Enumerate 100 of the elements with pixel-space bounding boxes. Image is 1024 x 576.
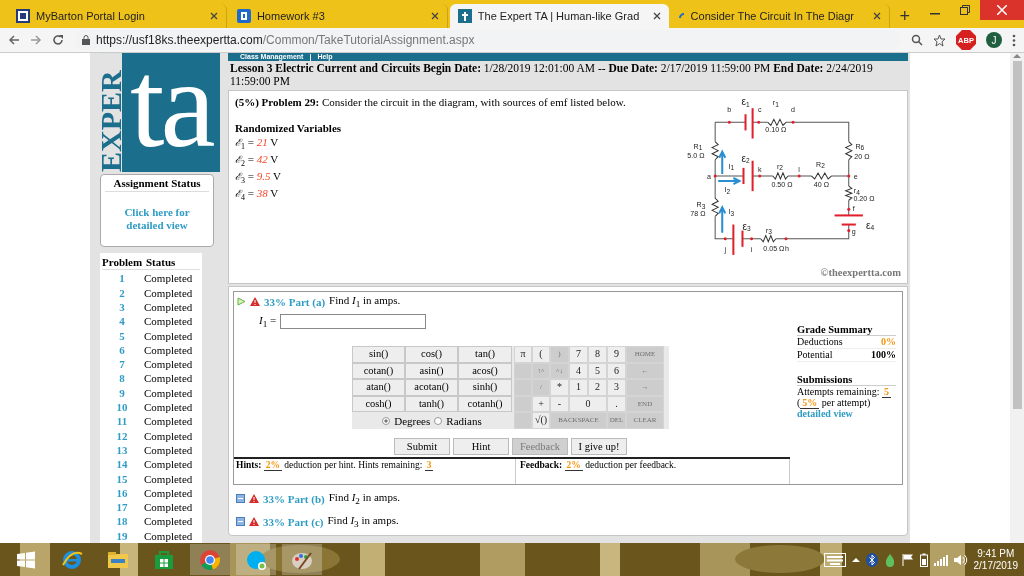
- status-cell-text: Completed: [144, 500, 194, 515]
- keypad-key[interactable]: 1: [569, 379, 588, 396]
- close-icon[interactable]: [872, 12, 881, 20]
- circuit-label: ε$_{1}$: [741, 96, 750, 108]
- keyboard-icon[interactable]: [823, 552, 846, 567]
- circuit-label: i: [750, 245, 753, 254]
- drop-icon[interactable]: [883, 552, 896, 567]
- function-key[interactable]: tan(): [458, 346, 512, 363]
- circuit-label: 5.0 Ω: [687, 151, 705, 160]
- feedback-info: Feedback: 2% deduction per feedback.: [515, 459, 790, 484]
- scrollbar[interactable]: [1010, 53, 1024, 543]
- menu-icon[interactable]: [1012, 33, 1016, 47]
- signal-icon[interactable]: [933, 553, 948, 566]
- status-cell-text: Completed: [144, 528, 194, 543]
- close-icon[interactable]: [430, 12, 439, 20]
- volume-icon[interactable]: [953, 553, 968, 566]
- summary-label: Potential: [797, 349, 833, 362]
- back-icon[interactable]: [8, 34, 20, 46]
- clock-time[interactable]: 9:41 PM: [973, 547, 1018, 560]
- status-cell-text: Completed: [144, 328, 194, 343]
- radio-button[interactable]: [382, 416, 391, 425]
- star-icon[interactable]: [933, 33, 946, 47]
- radio-label: Degrees: [394, 414, 431, 427]
- summary-label: Deductions: [797, 336, 843, 349]
- circuit-label: g: [851, 227, 856, 236]
- bluetooth-icon[interactable]: [865, 552, 878, 567]
- url-text: https://usf18ks.theexpertta.com/Common/TakeTutorialAssignment.aspx: [96, 33, 475, 47]
- panel-title: Assignment Status: [105, 175, 209, 193]
- part-prompt: Find I$_{1}$ in amps.: [329, 294, 401, 310]
- column-header: Problem: [102, 255, 144, 270]
- keypad-key[interactable]: 9: [607, 346, 626, 363]
- caret-up-icon[interactable]: [851, 556, 860, 563]
- loading-icon: [678, 13, 685, 19]
- status-cell-text: Completed: [144, 299, 194, 315]
- circuit-label: l: [798, 165, 800, 174]
- clock-date[interactable]: 2/17/2019: [973, 559, 1018, 572]
- play-icon[interactable]: [237, 297, 246, 307]
- keypad-key[interactable]: 7: [569, 346, 588, 363]
- circuit-label: k: [757, 165, 762, 174]
- warning-icon: [249, 517, 259, 527]
- submissions-title: Submissions: [797, 374, 896, 387]
- action-button[interactable]: Hint: [453, 437, 509, 455]
- forward-icon[interactable]: [30, 34, 42, 46]
- keypad-key[interactable]: 3: [607, 379, 626, 396]
- variable-equation: ℰ$_{4}$ = 38 V: [235, 186, 280, 202]
- circuit-label: j: [724, 245, 727, 254]
- status-cell-text: Completed: [144, 400, 194, 415]
- collapsed-box-icon[interactable]: [236, 494, 245, 504]
- lesson-header: Lesson 3 Electric Current and Circuits Begin Date: 1/28/2019 12:01:00 AM -- Due Date: 2/17/2019 11:59:00 PM End Date: 2/24/2019 11:59:00 PM: [229, 61, 874, 89]
- function-key[interactable]: acotan(): [405, 379, 458, 396]
- circuit-label: ε$_{2}$: [741, 152, 750, 165]
- grid-icon: [16, 9, 30, 23]
- keypad-key[interactable]: 8: [588, 346, 607, 363]
- reload-icon[interactable]: [52, 34, 64, 46]
- status-cell-text: Completed: [144, 442, 194, 458]
- status-cell-text: Completed: [144, 342, 194, 358]
- keypad-key[interactable]: *: [550, 379, 569, 396]
- address-bar[interactable]: https://usf18ks.theexpertta.com/Common/TakeTutorialAssignment.aspx: [74, 30, 901, 50]
- profile-avatar[interactable]: J: [986, 32, 1002, 48]
- grade-summary-title: Grade Summary: [797, 324, 896, 337]
- keypad-key[interactable]: √(): [532, 412, 550, 429]
- action-button[interactable]: Submit: [394, 437, 450, 455]
- column-header: Status: [146, 255, 177, 270]
- close-icon[interactable]: [209, 12, 218, 20]
- collapsed-box-icon[interactable]: [236, 517, 245, 527]
- flag-icon[interactable]: [901, 552, 914, 567]
- zoom-icon[interactable]: [911, 34, 923, 46]
- browser-tab[interactable]: The Expert TA | Human-like Grad: [449, 4, 669, 28]
- function-key[interactable]: sin(): [352, 346, 405, 363]
- function-key[interactable]: atan(): [352, 379, 405, 396]
- chrome-icon[interactable]: [190, 544, 230, 575]
- circuit-label: 20 Ω: [854, 152, 870, 161]
- problem-statement: (5%) Problem 29: Consider the circuit in the diagram, with sources of emf listed below.: [235, 96, 627, 108]
- circuit-label: 0.10 Ω: [765, 126, 787, 135]
- status-cell-text: Completed: [144, 414, 194, 429]
- close-icon[interactable]: [652, 12, 661, 20]
- keypad-key[interactable]: 2: [588, 379, 607, 396]
- paint-palette-icon[interactable]: [282, 544, 322, 575]
- radio-button[interactable]: [434, 416, 443, 425]
- function-key[interactable]: sinh(): [458, 379, 512, 396]
- status-cell-text: Completed: [144, 385, 194, 401]
- summary-value: 100%: [871, 349, 896, 362]
- action-button[interactable]: I give up!: [571, 437, 627, 455]
- status-cell-text: Completed: [144, 285, 194, 300]
- circuit-label: a: [707, 173, 712, 181]
- status-cell-text: Completed: [144, 357, 194, 372]
- keypad-key[interactable]: π: [514, 346, 532, 363]
- site-logo[interactable]: EXPER ta: [100, 53, 220, 173]
- attempts-text: Attempts remaining: 5: [797, 386, 892, 398]
- battery-icon[interactable]: [919, 552, 928, 567]
- warning-icon: [249, 494, 259, 504]
- part-prompt: Find I$_{2}$ in amps.: [328, 491, 400, 507]
- status-cell-text: Completed: [144, 457, 194, 472]
- keypad-key[interactable]: (: [532, 346, 550, 363]
- circuit-label: h: [785, 244, 789, 253]
- answer-field[interactable]: [280, 314, 427, 330]
- new-tab-button[interactable]: +: [891, 4, 918, 28]
- status-cell-text: Completed: [144, 514, 194, 529]
- function-key[interactable]: cos(): [405, 346, 458, 363]
- close-icon[interactable]: [980, 0, 1024, 20]
